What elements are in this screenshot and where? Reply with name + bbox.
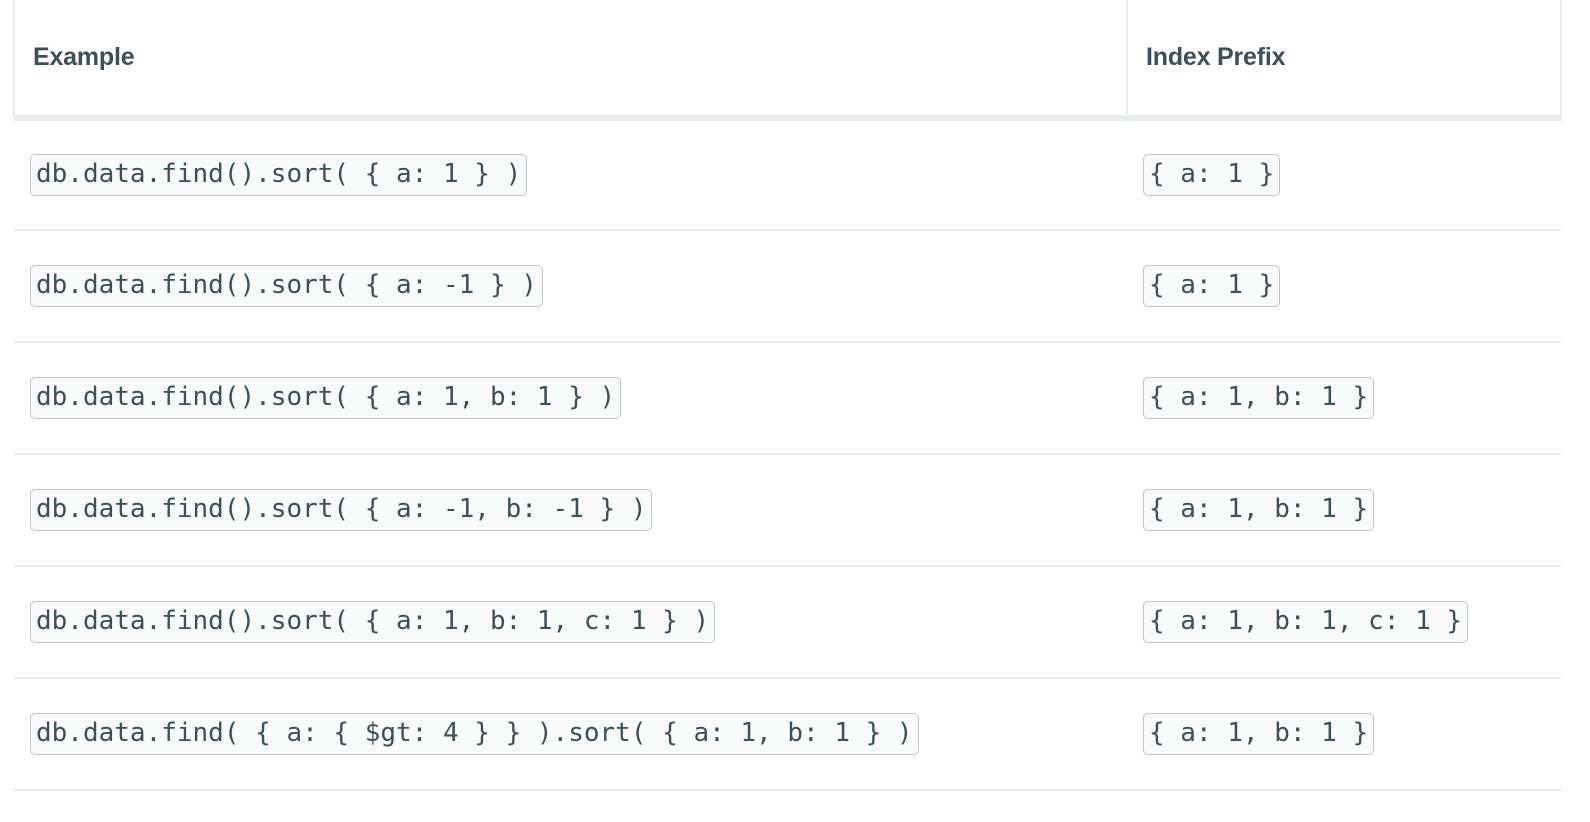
cell-index-prefix: { a: 1, b: 1 } [1127,678,1561,791]
code-snippet-example: db.data.find().sort( { a: 1 } ) [30,154,528,196]
code-snippet-index-prefix: { a: 1 } [1143,154,1281,196]
code-snippet-example: db.data.find( { a: { $gt: 4 } } ).sort( … [30,713,919,755]
cell-index-prefix: { a: 1, b: 1, c: 1 } [1127,566,1561,679]
table-row: db.data.find().sort( { a: 1, b: 1, c: 1 … [14,566,1561,679]
cell-index-prefix: { a: 1 } [1127,230,1561,343]
sort-index-prefix-table: Example Index Prefix db.data.find().sort… [13,0,1562,791]
column-header-example: Example [13,0,1127,121]
documentation-table-container: Example Index Prefix db.data.find().sort… [0,0,1590,822]
code-snippet-example: db.data.find().sort( { a: -1, b: -1 } ) [30,489,653,531]
cell-index-prefix: { a: 1, b: 1 } [1127,454,1561,567]
code-snippet-index-prefix: { a: 1, b: 1 } [1143,713,1375,755]
table-body: db.data.find().sort( { a: 1 } ){ a: 1 } d… [14,118,1561,791]
code-snippet-example: db.data.find().sort( { a: 1, b: 1 } ) [30,377,622,419]
cell-example: db.data.find( { a: { $gt: 4 } } ).sort( … [14,678,1127,791]
cell-example: db.data.find().sort( { a: -1, b: -1 } ) [14,454,1127,567]
code-snippet-example: db.data.find().sort( { a: -1 } ) [30,265,543,307]
table-row: db.data.find().sort( { a: -1 } ) { a: 1 } [14,230,1561,343]
code-snippet-example: db.data.find().sort( { a: 1, b: 1, c: 1 … [30,601,716,643]
table-row: db.data.find().sort( { a: 1, b: 1 } ) { a… [14,342,1561,455]
cell-example: db.data.find().sort( { a: 1, b: 1 } ) [14,342,1127,455]
table-row: db.data.find( { a: { $gt: 4 } } ).sort( … [14,678,1561,791]
table-header: Example Index Prefix [13,0,1562,121]
code-snippet-index-prefix: { a: 1, b: 1 } [1143,489,1375,531]
table-row: db.data.find().sort( { a: 1 } ) { a: 1 } [14,118,1561,231]
column-header-index-prefix: Index Prefix [1126,0,1562,121]
cell-index-prefix: { a: 1 } [1127,118,1561,231]
code-snippet-index-prefix: { a: 1, b: 1 } [1143,377,1375,419]
cell-example: db.data.find().sort( { a: 1 } ) [14,118,1127,231]
code-snippet-index-prefix: { a: 1, b: 1, c: 1 } [1143,601,1469,643]
code-snippet-index-prefix: { a: 1 } [1143,265,1281,307]
cell-index-prefix: { a: 1, b: 1 } [1127,342,1561,455]
cell-example: db.data.find().sort( { a: 1, b: 1, c: 1 … [14,566,1127,679]
cell-example: db.data.find().sort( { a: -1 } ) [14,230,1127,343]
table-row: db.data.find().sort( { a: -1, b: -1 } ) {… [14,454,1561,567]
table-header-row: Example Index Prefix [13,0,1562,121]
